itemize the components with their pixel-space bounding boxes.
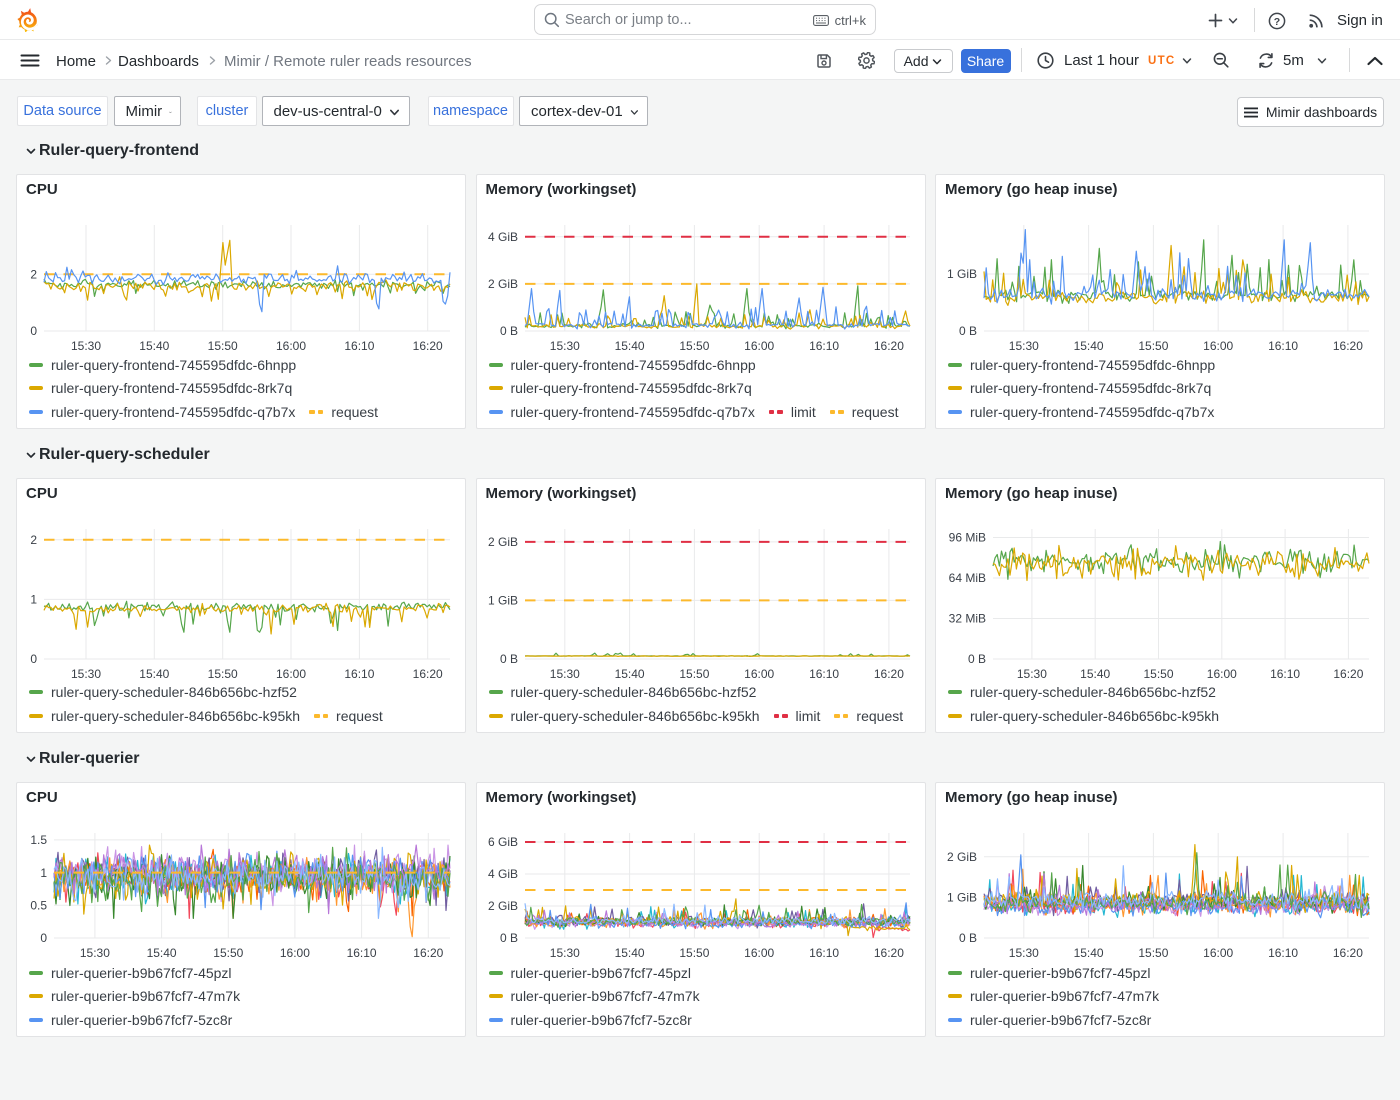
svg-text:0: 0	[30, 324, 37, 338]
svg-text:15:40: 15:40	[139, 339, 169, 353]
svg-text:16:10: 16:10	[1268, 946, 1298, 960]
svg-text:16:10: 16:10	[809, 946, 839, 960]
svg-text:16:00: 16:00	[744, 667, 774, 681]
svg-text:15:30: 15:30	[549, 339, 579, 353]
svg-text:15:30: 15:30	[71, 339, 101, 353]
svg-text:15:50: 15:50	[679, 339, 709, 353]
svg-text:15:30: 15:30	[1017, 667, 1047, 681]
svg-text:15:40: 15:40	[139, 667, 169, 681]
svg-text:15:50: 15:50	[1143, 667, 1173, 681]
svg-text:16:20: 16:20	[873, 946, 903, 960]
svg-text:15:30: 15:30	[549, 946, 579, 960]
svg-text:16:10: 16:10	[347, 946, 377, 960]
svg-text:0: 0	[40, 931, 47, 945]
svg-text:16:00: 16:00	[1207, 667, 1237, 681]
svg-text:16:20: 16:20	[1333, 946, 1363, 960]
svg-text:1 GiB: 1 GiB	[487, 594, 517, 608]
svg-text:1.5: 1.5	[30, 833, 47, 847]
svg-text:4 GiB: 4 GiB	[487, 230, 517, 244]
svg-text:16:00: 16:00	[280, 946, 310, 960]
svg-text:16:00: 16:00	[1203, 946, 1233, 960]
svg-text:1 GiB: 1 GiB	[947, 891, 977, 905]
svg-text:16:20: 16:20	[1333, 339, 1363, 353]
svg-text:15:30: 15:30	[80, 946, 110, 960]
svg-text:15:40: 15:40	[614, 339, 644, 353]
svg-text:0 B: 0 B	[959, 324, 977, 338]
svg-text:15:50: 15:50	[1138, 946, 1168, 960]
svg-text:15:50: 15:50	[679, 667, 709, 681]
svg-text:15:40: 15:40	[1080, 667, 1110, 681]
svg-text:16:00: 16:00	[276, 339, 306, 353]
svg-text:15:50: 15:50	[1138, 339, 1168, 353]
svg-text:1: 1	[40, 866, 47, 880]
svg-text:16:20: 16:20	[873, 667, 903, 681]
svg-text:16:00: 16:00	[744, 339, 774, 353]
svg-text:1 GiB: 1 GiB	[947, 267, 977, 281]
svg-text:32 MiB: 32 MiB	[949, 612, 986, 626]
svg-text:0 B: 0 B	[499, 652, 517, 666]
svg-text:1: 1	[30, 593, 37, 607]
svg-text:16:20: 16:20	[1333, 667, 1363, 681]
svg-text:16:20: 16:20	[873, 339, 903, 353]
svg-text:0 B: 0 B	[968, 652, 986, 666]
svg-text:16:10: 16:10	[809, 667, 839, 681]
svg-text:0 B: 0 B	[959, 931, 977, 945]
svg-text:15:40: 15:40	[1074, 946, 1104, 960]
svg-text:16:10: 16:10	[809, 339, 839, 353]
svg-text:16:00: 16:00	[744, 946, 774, 960]
svg-text:15:30: 15:30	[1009, 339, 1039, 353]
svg-text:2: 2	[30, 268, 37, 282]
svg-text:16:10: 16:10	[344, 339, 374, 353]
svg-text:4 GiB: 4 GiB	[487, 867, 517, 881]
svg-text:96 MiB: 96 MiB	[949, 531, 986, 545]
svg-text:15:30: 15:30	[549, 667, 579, 681]
svg-text:16:00: 16:00	[1203, 339, 1233, 353]
svg-text:16:00: 16:00	[276, 667, 306, 681]
svg-text:64 MiB: 64 MiB	[949, 571, 986, 585]
svg-text:16:20: 16:20	[413, 667, 443, 681]
svg-text:2 GiB: 2 GiB	[487, 535, 517, 549]
svg-text:15:40: 15:40	[147, 946, 177, 960]
svg-text:0 B: 0 B	[499, 324, 517, 338]
svg-text:6 GiB: 6 GiB	[487, 835, 517, 849]
svg-text:15:30: 15:30	[71, 667, 101, 681]
svg-text:0.5: 0.5	[30, 899, 47, 913]
svg-text:15:40: 15:40	[614, 667, 644, 681]
svg-text:2: 2	[30, 533, 37, 547]
svg-text:15:50: 15:50	[208, 667, 238, 681]
svg-text:2 GiB: 2 GiB	[487, 277, 517, 291]
svg-text:15:50: 15:50	[679, 946, 709, 960]
svg-text:16:10: 16:10	[344, 667, 374, 681]
svg-text:?: ?	[1274, 16, 1280, 28]
svg-text:16:20: 16:20	[413, 339, 443, 353]
svg-text:15:50: 15:50	[213, 946, 243, 960]
svg-text:15:30: 15:30	[1009, 946, 1039, 960]
svg-text:0 B: 0 B	[499, 931, 517, 945]
svg-text:2 GiB: 2 GiB	[487, 899, 517, 913]
svg-text:15:50: 15:50	[208, 339, 238, 353]
svg-text:16:10: 16:10	[1270, 667, 1300, 681]
svg-text:0: 0	[30, 652, 37, 666]
svg-text:15:40: 15:40	[614, 946, 644, 960]
svg-text:16:20: 16:20	[413, 946, 443, 960]
svg-text:16:10: 16:10	[1268, 339, 1298, 353]
svg-text:15:40: 15:40	[1074, 339, 1104, 353]
svg-text:2 GiB: 2 GiB	[947, 850, 977, 864]
